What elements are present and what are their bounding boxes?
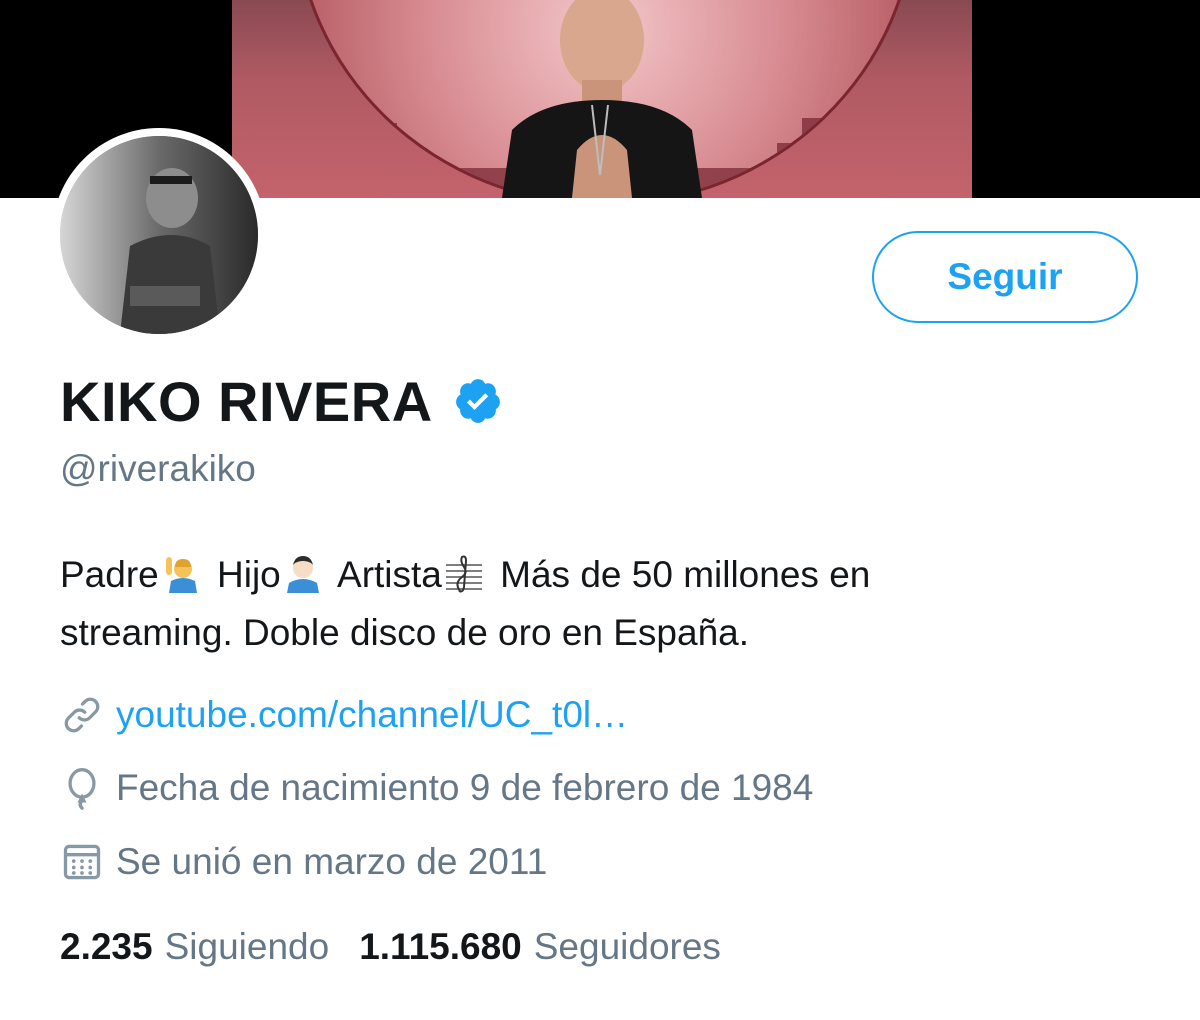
following-label: Siguiendo [164, 926, 330, 967]
profile-website-row[interactable]: youtube.com/channel/UC_t0l… [60, 690, 628, 740]
follow-button[interactable]: Seguir [872, 231, 1138, 323]
balloon-icon [68, 768, 96, 810]
bio-word-hijo: Hijo [217, 554, 281, 595]
profile-handle: @riverakiko [60, 448, 256, 489]
bio-text-line2: streaming. Doble disco de oro en España. [60, 612, 750, 653]
profile-stats: 2.235 Siguiendo 1.115.680 Seguidores [60, 921, 721, 973]
profile-display-name: KIKO RIVERA [60, 369, 433, 433]
man-emoji-icon [286, 556, 319, 593]
profile-joined-row: Se unió en marzo de 2011 [60, 837, 547, 887]
profile-website-link[interactable]: youtube.com/channel/UC_t0l… [116, 694, 628, 736]
profile-bio: Padre Hijo Artista Más de 50 millones en… [60, 546, 1150, 662]
bio-text-line1: Más de 50 millones en [500, 554, 871, 595]
followers-stat[interactable]: 1.115.680 Seguidores [359, 926, 721, 968]
profile-joined-date: Se unió en marzo de 2011 [116, 841, 548, 882]
banner-photo [232, 0, 972, 198]
followers-count: 1.115.680 [359, 926, 522, 967]
banner-person-silhouette [502, 0, 702, 198]
calendar-icon [63, 844, 101, 880]
following-stat[interactable]: 2.235 Siguiendo [60, 926, 329, 968]
profile-name-row: KIKO RIVERA [60, 364, 503, 438]
verified-badge-icon [455, 379, 500, 423]
musical-score-emoji-icon [445, 555, 482, 593]
followers-label: Seguidores [533, 926, 721, 967]
following-count: 2.235 [60, 926, 153, 967]
link-icon [64, 697, 100, 733]
bio-word-artista: Artista [337, 554, 442, 595]
profile-avatar[interactable] [52, 128, 266, 342]
bio-word-padre: Padre [60, 554, 159, 595]
profile-birthdate: Fecha de nacimiento 9 de febrero de 1984 [116, 767, 814, 808]
raising-hand-emoji-icon [165, 557, 197, 593]
profile-birthdate-row: Fecha de nacimiento 9 de febrero de 1984 [60, 763, 813, 813]
avatar-photo [60, 136, 258, 334]
